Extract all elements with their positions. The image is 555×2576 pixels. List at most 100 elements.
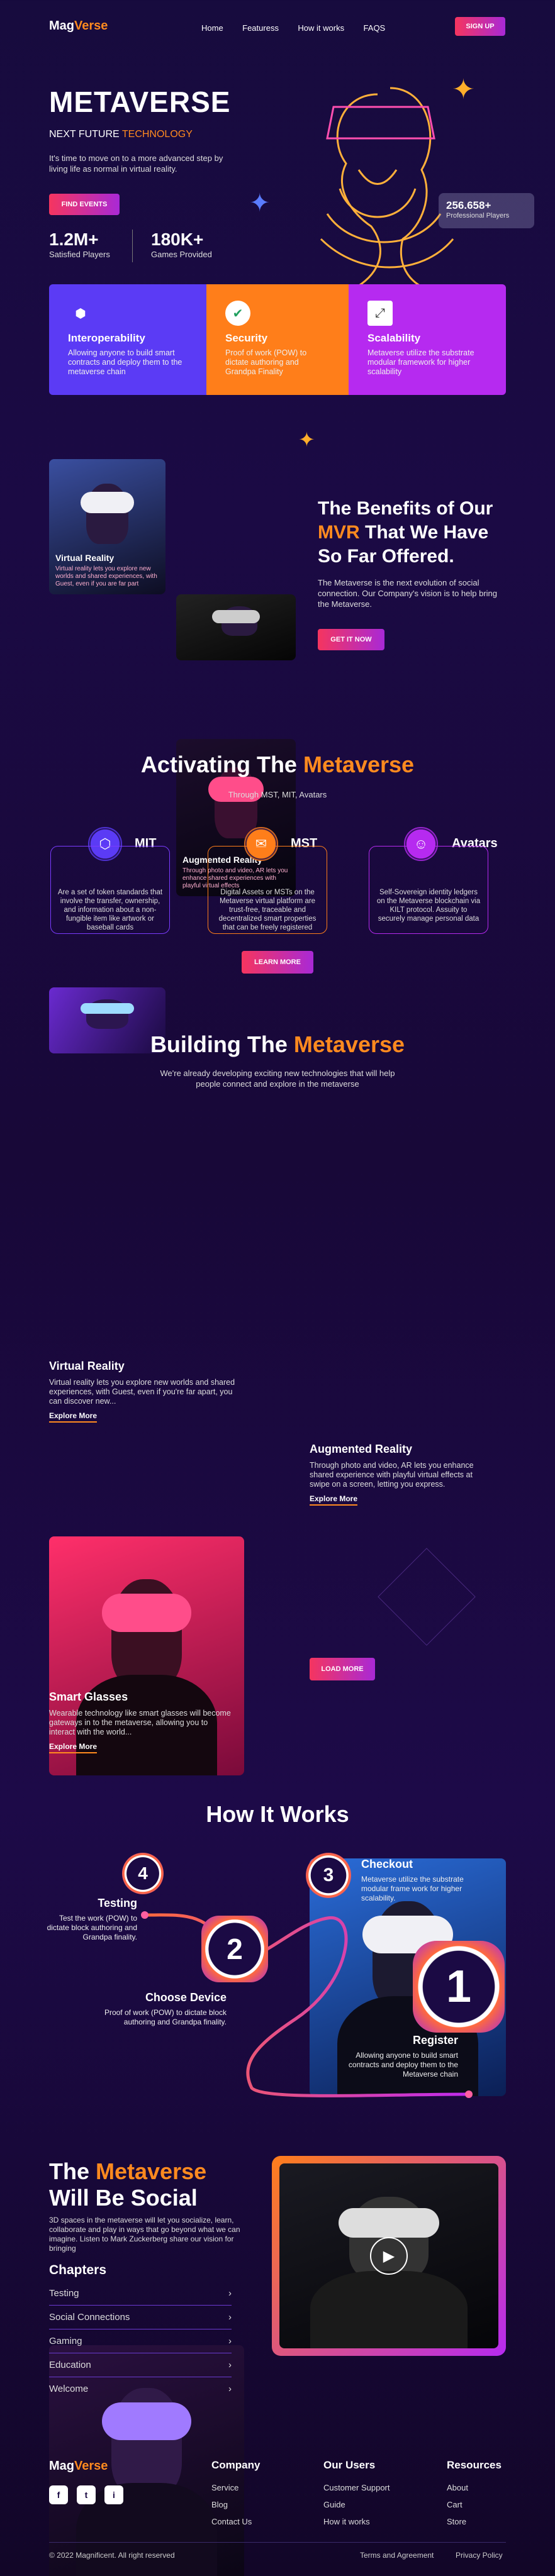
feature-desc: Allowing anyone to build smart contracts… bbox=[68, 348, 182, 376]
step-desc: Metaverse utilize the substrate modular … bbox=[361, 1875, 464, 1902]
step-checkout: Checkout Metaverse utilize the substrate… bbox=[361, 1858, 487, 1903]
facebook-icon[interactable]: f bbox=[49, 2485, 68, 2504]
feature-title: Scalability bbox=[367, 332, 421, 344]
load-more-button[interactable]: LOAD MORE bbox=[310, 1658, 375, 1680]
chapter-label: Education bbox=[49, 2360, 91, 2370]
benefits-title-b: MVR bbox=[318, 522, 360, 543]
step-2-badge: 2 bbox=[201, 1916, 268, 1982]
step-title: Choose Device bbox=[145, 1991, 227, 2004]
logo-text-b: Verse bbox=[74, 2459, 108, 2473]
stat-games: 180K+ Games Provided bbox=[151, 230, 212, 259]
chapter-item[interactable]: Gaming › bbox=[49, 2329, 232, 2353]
footer-link[interactable]: Service bbox=[211, 2483, 260, 2492]
step-3-badge: 3 bbox=[306, 1853, 351, 1898]
chapter-item[interactable]: Social Connections › bbox=[49, 2306, 232, 2329]
learn-more-button[interactable]: LEARN MORE bbox=[242, 951, 313, 974]
chevron-right-icon: › bbox=[228, 2384, 232, 2394]
step-title: Testing bbox=[98, 1897, 137, 1909]
explore-more-link[interactable]: Explore More bbox=[49, 1411, 98, 1423]
nav-link-features[interactable]: Featuress bbox=[242, 23, 279, 33]
building-subtitle: We're already developing exciting new te… bbox=[160, 1069, 395, 1089]
terms-link[interactable]: Terms and Agreement bbox=[360, 2551, 434, 2560]
footer-link[interactable]: Contact Us bbox=[211, 2517, 260, 2526]
logo-text-a: Mag bbox=[49, 2459, 74, 2473]
vr-headset-shape bbox=[101, 2402, 192, 2441]
hero-subtitle-a: NEXT FUTURE bbox=[49, 129, 122, 140]
step-title: Checkout bbox=[361, 1858, 413, 1870]
path-dot bbox=[141, 1911, 149, 1919]
chapter-item[interactable]: Education › bbox=[49, 2353, 232, 2377]
logo[interactable]: MagVerse bbox=[49, 19, 108, 33]
nav-link-faqs[interactable]: FAQS bbox=[364, 23, 386, 33]
step-title: Register bbox=[412, 2034, 458, 2046]
activating-title-b: Metaverse bbox=[303, 752, 415, 777]
get-it-now-button[interactable]: GET IT NOW bbox=[318, 629, 384, 650]
benefit-image-top bbox=[176, 594, 296, 660]
benefits-description: The Metaverse is the next evolution of s… bbox=[318, 578, 498, 609]
sparkle-icon: ✦ bbox=[298, 428, 315, 451]
hero-title: METAVERSE bbox=[49, 86, 231, 118]
footer-link[interactable]: Store bbox=[447, 2517, 502, 2526]
shield-icon: ✔ bbox=[225, 301, 250, 326]
explore-more-link[interactable]: Explore More bbox=[49, 1742, 98, 1753]
twitter-icon[interactable]: t bbox=[77, 2485, 96, 2504]
benefit-card-vr-text: Virtual Reality Virtual reality lets you… bbox=[55, 553, 159, 588]
stat-games-label: Games Provided bbox=[151, 250, 212, 259]
privacy-link[interactable]: Privacy Policy bbox=[456, 2551, 503, 2560]
benefits-title-a: The Benefits of Our bbox=[318, 498, 493, 519]
step-1-badge: 1 bbox=[413, 1941, 505, 2033]
benefit-card-title: Virtual Reality bbox=[55, 553, 115, 563]
sparkle-icon: ✦ bbox=[452, 74, 475, 105]
path-dot bbox=[465, 2090, 473, 2098]
players-badge-label: Professional Players bbox=[446, 212, 510, 219]
chapters-list: Testing › Social Connections › Gaming › Edu… bbox=[49, 2282, 232, 2401]
feature-security: ✔ Security Proof of work (POW) to dictat… bbox=[206, 284, 349, 395]
hero-subtitle: NEXT FUTURE TECHNOLOGY bbox=[49, 129, 193, 140]
vr-headset-shape bbox=[80, 1003, 135, 1014]
vr-headset-shape bbox=[80, 491, 135, 513]
benefit-card-vr[interactable]: Virtual Reality Virtual reality lets you… bbox=[49, 459, 165, 594]
mst-card: Digital Assets or MSTs on the Metaverse … bbox=[208, 846, 327, 934]
body-shape bbox=[310, 2270, 468, 2348]
social-title-b: Metaverse bbox=[96, 2158, 207, 2184]
building-card-ar: Augmented Reality Through photo and vide… bbox=[310, 1443, 492, 1506]
footer-logo[interactable]: MagVerse bbox=[49, 2459, 108, 2473]
social-title: The Metaverse Will Be Social bbox=[49, 2158, 263, 2211]
instagram-icon[interactable]: i bbox=[104, 2485, 123, 2504]
chapter-label: Social Connections bbox=[49, 2312, 130, 2323]
nav-link-how[interactable]: How it works bbox=[298, 23, 344, 33]
signup-button[interactable]: SIGN UP bbox=[455, 17, 505, 36]
feature-scalability: ⤢ Scalability Metaverse utilize the subs… bbox=[349, 284, 506, 395]
footer-link[interactable]: About bbox=[447, 2483, 502, 2492]
footer-link[interactable]: How it works bbox=[323, 2517, 390, 2526]
hero-description: It's time to move on to a more advanced … bbox=[49, 153, 223, 174]
building-title: Building The Metaverse bbox=[0, 1031, 555, 1058]
video-frame: ▶ bbox=[272, 2156, 506, 2356]
activating-title: Activating The Metaverse bbox=[0, 752, 555, 778]
vr-headset-shape bbox=[212, 610, 260, 624]
nav-link-home[interactable]: Home bbox=[201, 23, 223, 33]
footer-col-title: Company bbox=[211, 2459, 261, 2471]
footer-link[interactable]: Cart bbox=[447, 2500, 502, 2509]
video-player[interactable]: ▶ bbox=[279, 2163, 498, 2348]
stat-players-num: 1.2M+ bbox=[49, 230, 99, 249]
social-links: fti bbox=[49, 2485, 132, 2504]
chapter-item[interactable]: Welcome › bbox=[49, 2377, 232, 2401]
explore-more-link[interactable]: Explore More bbox=[310, 1494, 358, 1506]
feature-title: Interoperability bbox=[68, 332, 145, 344]
chapter-label: Testing bbox=[49, 2288, 79, 2299]
footer-link[interactable]: Guide bbox=[323, 2500, 390, 2509]
chapter-item[interactable]: Testing › bbox=[49, 2282, 232, 2306]
building-title-b: Metaverse bbox=[293, 1031, 405, 1057]
activating-subtitle: Through MST, MIT, Avatars bbox=[228, 790, 327, 799]
how-title: How It Works bbox=[206, 1801, 349, 1827]
feature-desc: Metaverse utilize the substrate modular … bbox=[367, 348, 474, 376]
step-register: Register Allowing anyone to build smart … bbox=[337, 2034, 458, 2079]
play-icon[interactable]: ▶ bbox=[370, 2237, 408, 2275]
step-choose-device: Choose Device Proof of work (POW) to dic… bbox=[101, 1991, 227, 2027]
chapter-label: Gaming bbox=[49, 2336, 82, 2346]
footer-link[interactable]: Blog bbox=[211, 2500, 260, 2509]
scale-icon: ⤢ bbox=[367, 301, 393, 326]
footer-link[interactable]: Customer Support bbox=[323, 2483, 390, 2492]
find-events-button[interactable]: FIND EVENTS bbox=[49, 194, 120, 215]
